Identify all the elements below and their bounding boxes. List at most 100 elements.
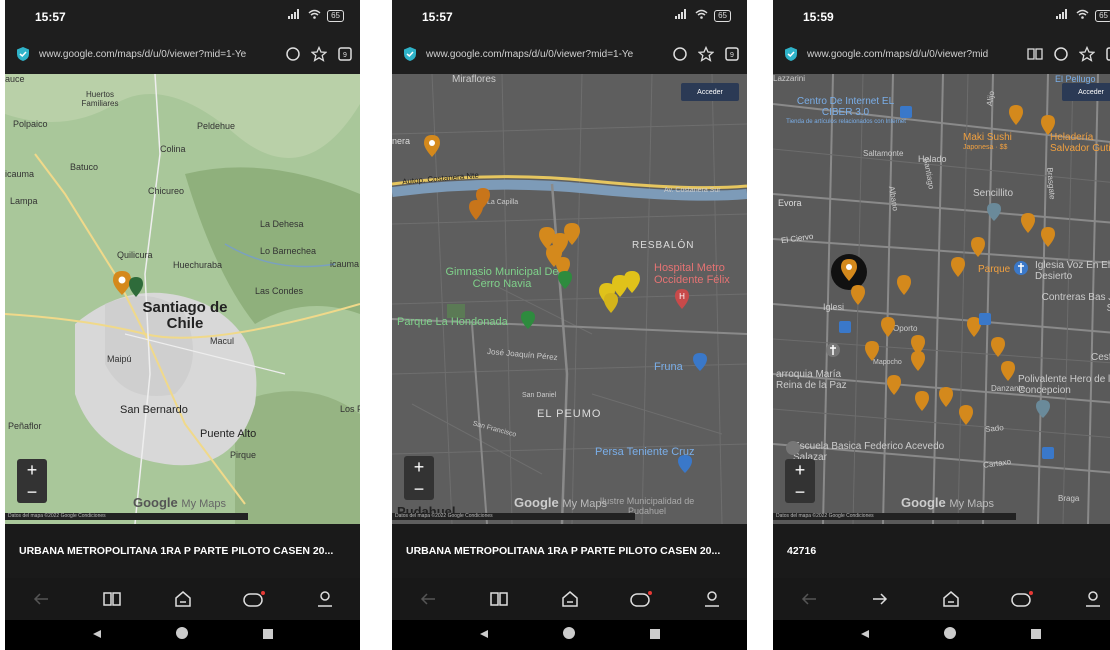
home-icon[interactable] xyxy=(550,584,590,614)
map-pin[interactable] xyxy=(602,292,620,314)
school-icon[interactable] xyxy=(785,440,801,456)
hospital-icon[interactable]: H xyxy=(673,288,691,310)
profile-icon[interactable] xyxy=(305,584,345,614)
star-icon[interactable] xyxy=(308,43,330,65)
shop-icon[interactable] xyxy=(692,352,708,372)
map-pin[interactable] xyxy=(969,236,987,258)
map-pin[interactable] xyxy=(422,134,442,158)
map-title[interactable]: URBANA METROPOLITANA 1RA P PARTE PILOTO … xyxy=(5,524,360,578)
home-icon[interactable] xyxy=(163,584,203,614)
map-pin[interactable] xyxy=(562,222,582,246)
zoom-out-button[interactable]: − xyxy=(17,481,47,503)
shop-icon[interactable] xyxy=(978,312,992,326)
map-pin[interactable] xyxy=(1007,104,1025,126)
shop-icon[interactable] xyxy=(677,454,693,474)
map-attribution[interactable]: Datos del mapa ©2022 Google Condiciones xyxy=(773,513,1016,520)
sys-recents-icon[interactable] xyxy=(650,626,661,644)
map-pin[interactable] xyxy=(949,256,967,278)
back-arrow-icon[interactable] xyxy=(408,584,448,614)
map-pin[interactable] xyxy=(1039,114,1057,136)
book-icon[interactable] xyxy=(479,584,519,614)
sys-home-icon[interactable] xyxy=(943,626,957,645)
map-pin[interactable] xyxy=(879,316,897,338)
map-attribution[interactable]: Datos del mapa ©2022 Google Condiciones xyxy=(392,513,635,520)
map-title[interactable]: URBANA METROPOLITANA 1RA P PARTE PILOTO … xyxy=(392,524,747,578)
gamepad-icon[interactable] xyxy=(234,584,274,614)
status-bar: 15:57 65 xyxy=(392,0,747,34)
book-icon[interactable] xyxy=(92,584,132,614)
system-nav-bar xyxy=(5,620,360,650)
shop-icon[interactable] xyxy=(898,104,914,120)
browser-url-bar[interactable]: www.google.com/maps/d/u/0/viewer?mid=1-Y… xyxy=(5,34,360,74)
map-pin[interactable] xyxy=(885,374,903,396)
map-pin[interactable] xyxy=(127,276,145,298)
url-text[interactable]: www.google.com/maps/d/u/0/viewer?mid=1-Y… xyxy=(39,49,282,60)
map-pin[interactable] xyxy=(895,274,913,296)
sys-back-icon[interactable] xyxy=(860,626,870,644)
gamepad-icon[interactable] xyxy=(621,584,661,614)
map-pin[interactable] xyxy=(913,390,931,412)
zoom-out-button[interactable]: − xyxy=(404,478,434,500)
shop-icon[interactable] xyxy=(838,320,852,334)
map-pin[interactable] xyxy=(937,386,955,408)
back-arrow-icon[interactable] xyxy=(21,584,61,614)
church-icon[interactable] xyxy=(825,342,841,360)
tab-switch-icon[interactable] xyxy=(282,43,304,65)
tabs-count-icon[interactable]: 9 xyxy=(334,43,356,65)
sign-in-button[interactable]: Acceder xyxy=(1062,83,1110,101)
map-pin[interactable] xyxy=(467,199,485,221)
sys-home-icon[interactable] xyxy=(175,626,189,645)
star-icon[interactable] xyxy=(695,43,717,65)
map-attribution[interactable]: Datos del mapa ©2022 Google Condiciones xyxy=(5,513,248,520)
map-view[interactable]: icauma auce Huertos Familiares Polpaico … xyxy=(5,74,360,524)
map-pin[interactable] xyxy=(1039,226,1057,248)
profile-icon[interactable] xyxy=(692,584,732,614)
map-pin[interactable] xyxy=(863,340,881,362)
map-label: Puente Alto xyxy=(200,428,257,440)
url-text[interactable]: www.google.com/maps/d/u/0/viewer?mid=1-Y… xyxy=(426,49,669,60)
map-pin[interactable] xyxy=(999,360,1017,382)
browser-url-bar[interactable]: www.google.com/maps/d/u/0/viewer?mid=1-Y… xyxy=(392,34,747,74)
zoom-in-button[interactable]: + xyxy=(17,459,47,481)
zoom-out-button[interactable]: − xyxy=(785,481,815,503)
map-pin[interactable] xyxy=(849,284,867,306)
profile-icon[interactable] xyxy=(1073,584,1110,614)
health-icon[interactable] xyxy=(1035,399,1051,419)
forward-arrow-icon[interactable] xyxy=(860,584,900,614)
map-label: Parque xyxy=(978,264,1011,275)
map-pin[interactable] xyxy=(622,270,642,294)
sys-recents-icon[interactable] xyxy=(1031,626,1042,644)
church-icon[interactable] xyxy=(1013,260,1029,278)
browser-url-bar[interactable]: www.google.com/maps/d/u/0/viewer?mid 9 xyxy=(773,34,1110,74)
tabs-count-icon[interactable]: 9 xyxy=(721,43,743,65)
map-view[interactable]: Acceder Miraflores nera Autop. Costanera… xyxy=(392,74,747,524)
map-pin[interactable] xyxy=(909,350,927,372)
zoom-in-button[interactable]: + xyxy=(785,459,815,481)
home-icon[interactable] xyxy=(931,584,971,614)
shop-icon[interactable] xyxy=(1041,446,1055,460)
map-pin[interactable] xyxy=(1019,212,1037,234)
book-icon[interactable] xyxy=(1024,43,1046,65)
tab-switch-icon[interactable] xyxy=(1050,43,1072,65)
map-pin-selected[interactable] xyxy=(839,258,859,282)
map-pin[interactable] xyxy=(989,336,1007,358)
sign-in-button[interactable]: Acceder xyxy=(681,83,739,101)
tabs-count-icon[interactable]: 9 xyxy=(1102,43,1110,65)
gamepad-icon[interactable] xyxy=(1002,584,1042,614)
location-icon[interactable] xyxy=(986,202,1002,222)
gym-icon[interactable] xyxy=(557,270,573,290)
map-view[interactable]: Acceder Lazzarini Centro De Internet EL … xyxy=(773,74,1110,524)
sys-recents-icon[interactable] xyxy=(263,626,274,644)
url-text[interactable]: www.google.com/maps/d/u/0/viewer?mid xyxy=(807,49,1024,60)
sys-back-icon[interactable] xyxy=(479,626,489,644)
map-title[interactable]: 42716 xyxy=(773,524,1110,578)
tab-switch-icon[interactable] xyxy=(669,43,691,65)
map-label: Fruna xyxy=(654,361,683,373)
sys-home-icon[interactable] xyxy=(562,626,576,645)
back-arrow-icon[interactable] xyxy=(789,584,829,614)
zoom-in-button[interactable]: + xyxy=(404,456,434,478)
map-pin[interactable] xyxy=(957,404,975,426)
star-icon[interactable] xyxy=(1076,43,1098,65)
park-icon[interactable] xyxy=(520,310,536,330)
sys-back-icon[interactable] xyxy=(92,626,102,644)
